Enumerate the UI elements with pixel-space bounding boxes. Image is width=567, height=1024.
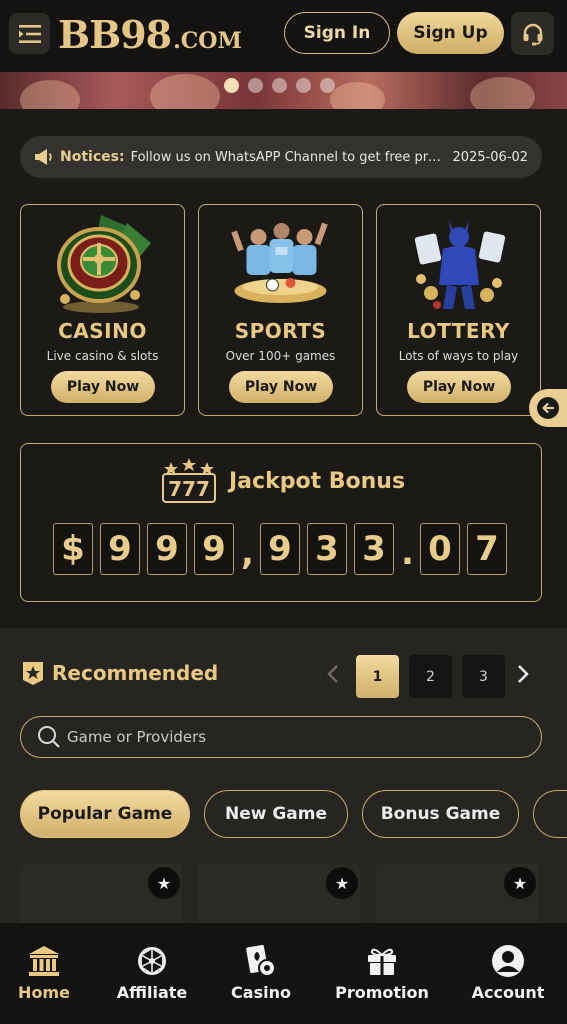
chevron-right-icon [518,665,529,683]
card-subtitle: Over 100+ games [225,349,336,363]
roulette-icon [57,215,151,313]
jackpot-panel: 777 Jackpot Bonus $9 9 9, 9 3 3. 0 7 [20,443,542,602]
arrow-left-circle-icon [537,397,559,419]
prev-page-button[interactable] [326,664,340,690]
favorite-button[interactable]: ★ [148,867,180,899]
notice-label: Notices: [60,149,125,165]
category-bonus-game[interactable]: Bonus Game [362,790,519,838]
star-badge-icon [23,662,43,685]
card-title: SPORTS [234,319,327,343]
banner-dot[interactable] [272,78,287,93]
football-players-icon [231,222,328,303]
favorite-button[interactable]: ★ [504,867,536,899]
nav-home[interactable]: Home [14,923,74,1024]
nav-label: Home [18,983,70,1002]
star-icon: ★ [334,873,350,893]
user-icon [492,945,524,977]
jackpot-digit: 0 [420,523,460,575]
nav-affiliate[interactable]: Affiliate [112,923,192,1024]
sign-in-button[interactable]: Sign In [284,12,390,54]
banner-dot[interactable] [296,78,311,93]
slot-777-icon: 777 [162,458,216,503]
page-button-1[interactable]: 1 [356,655,399,698]
jackpot-separator: . [401,533,414,573]
jackpot-amount: $9 9 9, 9 3 3. 0 7 [53,523,514,575]
megaphone-icon [35,149,52,165]
casino-card[interactable]: CASINO Live casino & slots Play Now [20,204,185,416]
side-drawer-toggle[interactable] [529,389,567,427]
headset-icon [523,23,542,45]
nav-label: Promotion [335,983,429,1002]
lottery-card[interactable]: LOTTERY Lots of ways to play Play Now [376,204,541,416]
search-icon [38,726,60,748]
jackpot-title: Jackpot Bonus [229,468,406,494]
logo-suffix: .COM [173,28,242,54]
notice-bar[interactable]: Notices: Follow us on WhatsAPP Channel t… [20,136,542,178]
sign-up-button[interactable]: Sign Up [397,12,504,54]
banner-dot[interactable] [320,78,335,93]
chevron-left-icon [327,665,338,683]
top-header: BB98 .COM Sign In Sign Up [0,0,567,72]
nav-label: Account [471,983,545,1002]
notice-date: 2025-06-02 [452,149,528,165]
search-input[interactable] [67,728,487,746]
bank-icon [29,946,59,976]
nav-label: Affiliate [116,983,188,1002]
star-icon: ★ [512,873,528,893]
play-now-button[interactable]: Play Now [229,371,333,403]
card-subtitle: Lots of ways to play [398,349,519,363]
bottom-navigation: Home Affiliate Casino Promotion Account [0,923,567,1024]
search-bar[interactable] [20,716,542,758]
favorite-button[interactable]: ★ [326,867,358,899]
nav-promotion[interactable]: Promotion [334,923,430,1024]
card-title: CASINO [58,319,147,343]
sports-card[interactable]: SPORTS Over 100+ games Play Now [198,204,363,416]
card-subtitle: Live casino & slots [46,349,159,363]
menu-button[interactable] [9,13,50,54]
jackpot-digit: 9 [100,523,140,575]
jackpot-digit: 9 [147,523,187,575]
page-button-2[interactable]: 2 [409,655,452,698]
notice-text: Follow us on WhatsAPP Channel to get fre… [130,149,449,165]
page-button-3[interactable]: 3 [462,655,505,698]
banner-pagination [224,78,335,93]
support-button[interactable] [511,12,554,55]
category-popular-game[interactable]: Popular Game [20,790,190,838]
banner-dot[interactable] [248,78,263,93]
jackpot-digit: 3 [354,523,394,575]
site-logo[interactable]: BB98 .COM [58,12,242,57]
network-icon [138,946,166,976]
nav-casino[interactable]: Casino [228,923,294,1024]
category-new-game[interactable]: New Game [204,790,348,838]
card-title: LOTTERY [407,319,510,343]
jackpot-header: 777 Jackpot Bonus [161,458,405,504]
recommended-header: Recommended [22,660,218,686]
recommended-title: Recommended [52,661,219,685]
logo-main: BB98 [58,12,172,57]
lottery-heroine-icon [414,221,506,309]
jackpot-digit: 7 [467,523,507,575]
banner-dot[interactable] [224,78,239,93]
cards-icon [246,944,276,977]
gift-icon [368,948,396,975]
nav-account[interactable]: Account [470,923,546,1024]
star-icon: ★ [156,873,172,893]
jackpot-digit: 3 [307,523,347,575]
nav-label: Casino [231,983,291,1002]
menu-icon [18,24,41,43]
play-now-button[interactable]: Play Now [407,371,511,403]
jackpot-separator: , [241,533,254,573]
jackpot-digit: 9 [260,523,300,575]
slot-badge-text: 777 [168,477,210,501]
jackpot-digit: 9 [194,523,234,575]
jackpot-digit: $ [53,523,93,575]
play-now-button[interactable]: Play Now [51,371,155,403]
next-page-button[interactable] [516,664,530,690]
